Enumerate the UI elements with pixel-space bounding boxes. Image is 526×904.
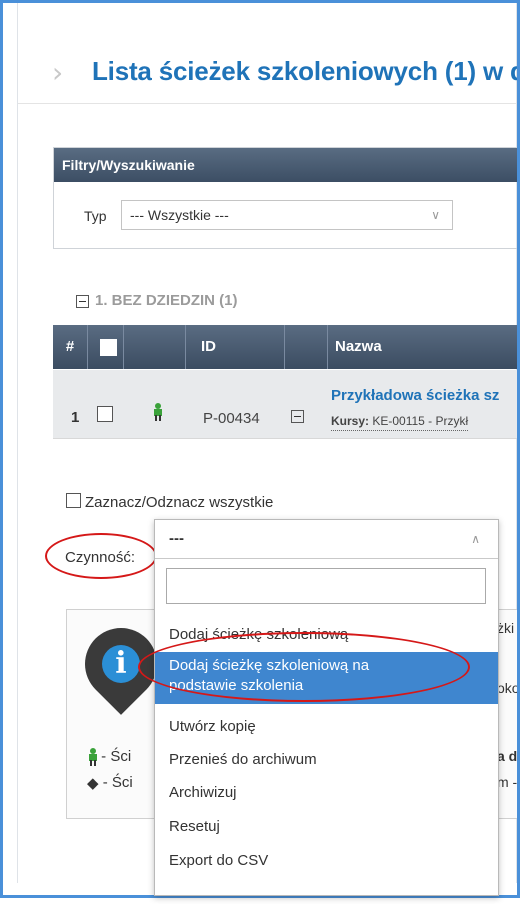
filters-heading: Filtry/Wyszukiwanie (54, 148, 517, 182)
row-number: 1 (71, 409, 80, 426)
action-dropdown[interactable]: --- ∧ Dodaj ścieżkę szkoleniową Dodaj śc… (154, 519, 499, 896)
page-header: › Lista ścieżek szkoleniowych (1) w dzie (18, 33, 517, 104)
select-all-label: Zaznacz/Odznacz wszystkie (85, 494, 274, 511)
dropdown-option[interactable]: Utwórz kopię (155, 710, 498, 744)
dropdown-option[interactable]: Export do CSV (155, 844, 498, 878)
row-id: P-00434 (203, 410, 260, 427)
chevron-up-icon: ∧ (471, 532, 480, 546)
table-header: # ID Nazwa (53, 325, 517, 369)
column-header-expand (285, 325, 328, 369)
select-all[interactable]: Zaznacz/Odznacz wszystkie (66, 493, 273, 511)
typ-select[interactable]: --- Wszystkie --- ∨ (121, 200, 453, 230)
column-header-icon (123, 325, 186, 369)
chevron-right-icon[interactable]: › (52, 59, 63, 87)
legend-item: - Ści (87, 748, 132, 767)
typ-select-value: --- Wszystkie --- (130, 207, 229, 223)
dropdown-option[interactable]: Przenieś do archiwum (155, 743, 498, 777)
courses-value: KE-00115 - Przykł (372, 414, 469, 428)
group-header[interactable]: 1. BEZ DZIEDZIN (1) (76, 292, 238, 309)
table-row[interactable]: 1 P-00434 Przykładowa ścieżka sz Kursy: … (53, 370, 517, 439)
action-select-value: --- (169, 530, 184, 547)
typ-label: Typ (84, 208, 107, 224)
courses-label: Kursy: (331, 414, 370, 428)
graduation-cap-icon: ◆ (87, 775, 99, 793)
row-courses: Kursy: KE-00115 - Przykł (331, 414, 469, 431)
person-icon (87, 748, 97, 767)
person-icon (152, 403, 162, 421)
info-text-fragment: żki s (497, 620, 517, 636)
chevron-down-icon: ∨ (431, 208, 440, 222)
dropdown-option[interactable]: Archiwizuj (155, 776, 498, 810)
info-text-fragment: oko (497, 680, 520, 696)
info-icon: i (102, 645, 140, 683)
annotation-ellipse (45, 533, 157, 579)
action-select[interactable]: --- ∧ (155, 520, 498, 559)
info-text-fragment: a dla (497, 748, 518, 764)
info-text-fragment: m - (497, 774, 518, 790)
header-select-checkbox[interactable] (100, 339, 117, 356)
page-title: Lista ścieżek szkoleniowych (1) w dzie (92, 56, 520, 86)
column-header-id[interactable]: ID (185, 325, 285, 369)
legend-text: - Ści (102, 774, 133, 791)
legend-text: - Ści (101, 748, 132, 765)
select-all-checkbox[interactable] (66, 493, 81, 508)
expand-row-icon[interactable] (291, 410, 304, 423)
collapse-icon[interactable] (76, 294, 89, 308)
dropdown-search-input[interactable] (166, 568, 486, 604)
row-name-link[interactable]: Przykładowa ścieżka sz (331, 387, 499, 404)
column-header-number: # (53, 325, 88, 369)
annotation-ellipse (138, 632, 470, 702)
column-header-name[interactable]: Nazwa (327, 325, 517, 369)
filters-panel: Filtry/Wyszukiwanie Typ --- Wszystkie --… (53, 147, 517, 249)
legend-item: ◆ - Ści (87, 774, 133, 792)
dropdown-option[interactable]: Resetuj (155, 810, 498, 844)
row-checkbox[interactable] (97, 406, 113, 422)
group-label: 1. BEZ DZIEDZIN (1) (95, 292, 238, 309)
